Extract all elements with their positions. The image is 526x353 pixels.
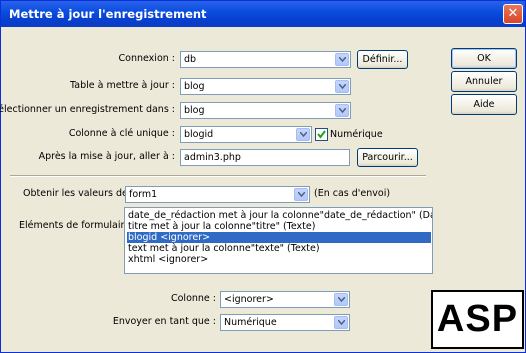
chevron-down-icon — [335, 53, 349, 66]
close-button[interactable]: ✕ — [503, 4, 523, 24]
chevron-down-icon — [294, 188, 308, 201]
source-select[interactable]: form1 — [125, 186, 310, 203]
source-value: form1 — [129, 189, 158, 200]
list-item[interactable]: titre met à jour la colonne"titre" (Text… — [127, 221, 431, 232]
source-hint: (En cas d'envoi) — [314, 188, 391, 199]
redirect-label: Après la mise à jour, aller à : — [38, 151, 175, 162]
separator — [10, 175, 426, 177]
redirect-input[interactable]: admin3.php — [180, 149, 350, 166]
table-label: Table à mettre à jour : — [70, 80, 175, 91]
connection-value: db — [184, 54, 197, 65]
chevron-down-icon — [335, 80, 349, 93]
redirect-value: admin3.php — [184, 152, 241, 163]
list-item-selected[interactable]: blogid <ignorer> — [127, 232, 431, 243]
numeric-label[interactable]: Numérique — [330, 129, 383, 140]
column-value: <ignorer> — [224, 294, 274, 305]
asp-badge: ASP — [431, 290, 524, 349]
key-label: Colonne à clé unique : — [68, 128, 175, 139]
define-button[interactable]: Définir... — [357, 50, 408, 69]
send-as-value: Numérique — [224, 317, 277, 328]
column-label: Colonne : — [170, 293, 216, 304]
chevron-down-icon — [334, 293, 348, 306]
send-as-label: Envoyer en tant que : — [112, 316, 216, 327]
table-select[interactable]: blog — [180, 78, 351, 95]
list-item[interactable]: date_de_rédaction met à jour la colonne"… — [127, 210, 432, 221]
chevron-down-icon — [335, 104, 349, 117]
record-value: blog — [184, 105, 205, 116]
numeric-checkbox[interactable] — [315, 128, 328, 141]
list-item[interactable]: text met à jour la colonne"texte" (Texte… — [127, 243, 431, 254]
send-as-select[interactable]: Numérique — [220, 314, 350, 331]
source-label: Obtenir les valeurs de : — [23, 188, 135, 199]
table-value: blog — [184, 81, 205, 92]
record-select[interactable]: blog — [180, 102, 351, 119]
elements-list[interactable]: date_de_rédaction met à jour la colonne"… — [124, 207, 433, 274]
chevron-down-icon — [296, 128, 310, 141]
chevron-down-icon — [334, 316, 348, 329]
browse-button[interactable]: Parcourir... — [357, 148, 418, 167]
connection-select[interactable]: db — [180, 51, 351, 68]
key-select[interactable]: blogid — [180, 126, 312, 143]
dialog-title: Mettre à jour l'enregistrement — [9, 7, 207, 21]
list-item[interactable]: xhtml <ignorer> — [127, 254, 431, 265]
connection-label: Connexion : — [118, 53, 175, 64]
dialog-window: Mettre à jour l'enregistrement ✕ Connexi… — [0, 0, 526, 353]
key-value: blogid — [184, 129, 214, 140]
column-select[interactable]: <ignorer> — [220, 291, 350, 308]
ok-button[interactable]: OK — [451, 48, 517, 69]
help-button[interactable]: Aide — [451, 94, 517, 115]
cancel-button[interactable]: Annuler — [451, 71, 517, 92]
title-bar[interactable]: Mettre à jour l'enregistrement ✕ — [1, 1, 525, 27]
record-label: Sélectionner un enregistrement dans : — [0, 104, 175, 115]
elements-label: Eléments de formulaire : — [19, 220, 137, 231]
